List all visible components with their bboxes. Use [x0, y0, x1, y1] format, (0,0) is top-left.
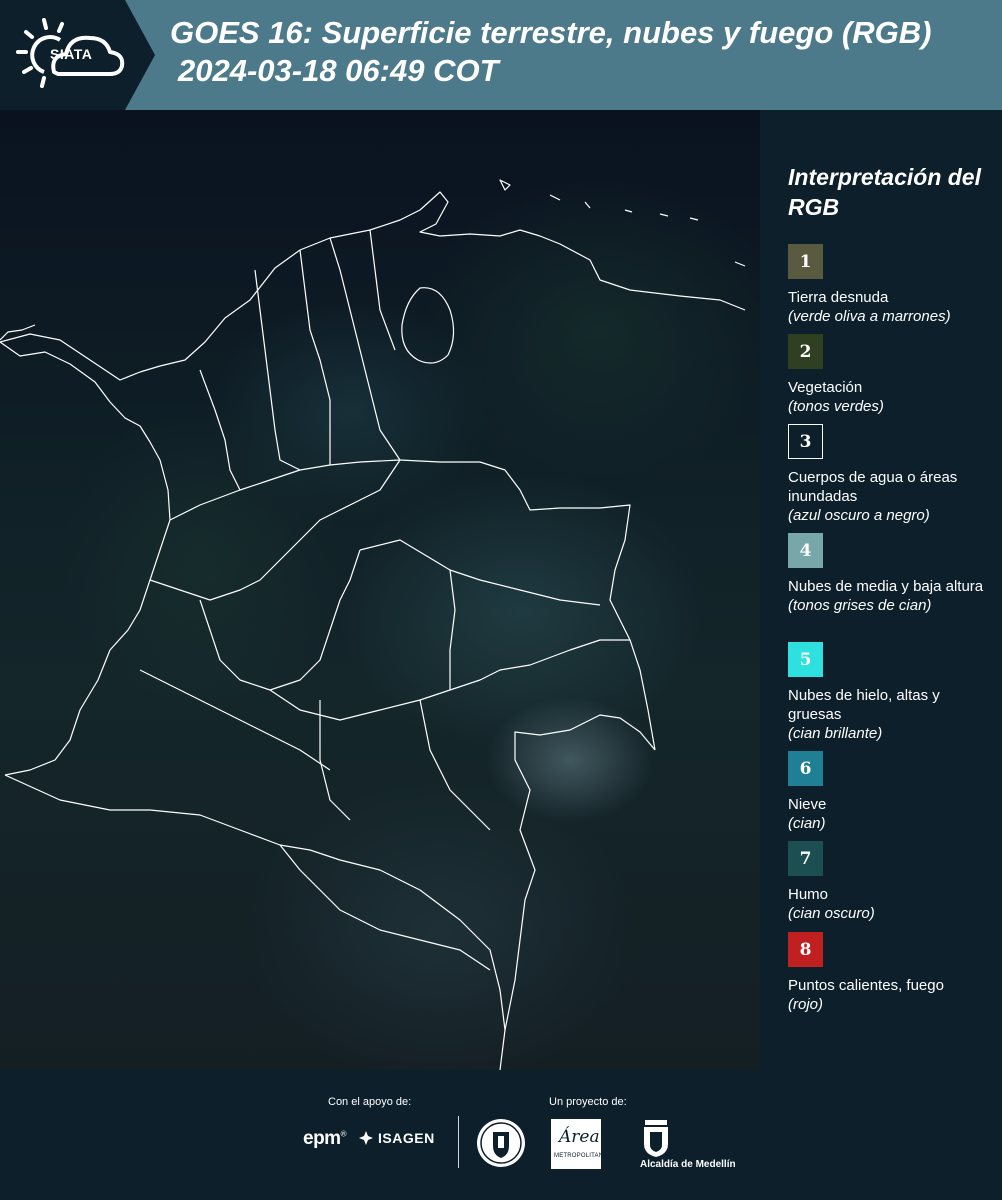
legend-item-4: 4 Nubes de media y baja altura (tonos gr…: [788, 533, 993, 615]
legend-swatch-8: 8: [788, 932, 823, 967]
logo-block: SIATA: [0, 0, 160, 110]
legend-swatch-5: 5: [788, 642, 823, 677]
legend-panel: Interpretación del RGB 1 Tierra desnuda …: [760, 110, 1002, 1070]
isagen-logo: ISAGEN: [358, 1130, 435, 1146]
legend-item-7: 7 Humo (cian oscuro): [788, 841, 993, 923]
legend-label-6: Nieve: [788, 796, 827, 813]
legend-swatch-7: 7: [788, 841, 823, 876]
lake-maracaibo: [401, 287, 455, 364]
legend-item-2: 2 Vegetación (tonos verdes): [788, 334, 993, 416]
header-bar: SIATA GOES 16: Superficie terrestre, nub…: [0, 0, 1002, 110]
legend-sublabel-2: (tonos verdes): [788, 398, 884, 415]
legend-label-8: Puntos calientes, fuego: [788, 977, 944, 994]
legend-item-1: 1 Tierra desnuda (verde oliva a marrones…: [788, 244, 993, 326]
satellite-map: [0, 110, 760, 1070]
legend-item-8: 8 Puntos calientes, fuego (rojo): [788, 932, 993, 1014]
footer-bar: Con el apoyo de: Un proyecto de: epm® IS…: [0, 1070, 1002, 1200]
legend-label-2: Vegetación: [788, 379, 863, 396]
legend-swatch-4: 4: [788, 533, 823, 568]
support-label: Con el apoyo de:: [328, 1096, 412, 1108]
border-venezuela: [399, 459, 656, 751]
legend-sublabel-4: (tonos grises de cian): [788, 597, 932, 614]
islands: [499, 179, 746, 267]
title-line-2: 2024-03-18 06:49 COT: [178, 53, 499, 88]
area-metropolitana-logo: Área METROPOLITANA: [551, 1119, 607, 1169]
coastline-north: [0, 191, 746, 381]
legend-sublabel-3: (azul oscuro a negro): [788, 507, 930, 524]
legend-label-1: Tierra desnuda: [788, 289, 889, 306]
project-label: Un proyecto de:: [549, 1096, 627, 1108]
alcaldia-shield-icon: [644, 1120, 668, 1157]
legend-sublabel-5: (cian brillante): [788, 725, 883, 742]
legend-item-5: 5 Nubes de hielo, altas y gruesas (cian …: [788, 642, 993, 743]
map-overlay: [0, 179, 746, 1070]
legend-sublabel-6: (cian): [788, 815, 826, 832]
alcaldia-medellin-text: Alcaldía de Medellín: [640, 1159, 736, 1170]
border-south: [499, 714, 656, 1070]
legend-title: Interpretación del RGB: [788, 164, 981, 220]
isagen-icon: [359, 1131, 373, 1145]
legend-label-3: Cuerpos de agua o áreas inundadas: [788, 469, 958, 505]
legend-sublabel-7: (cian oscuro): [788, 905, 875, 922]
legend-label-7: Humo: [788, 886, 829, 903]
legend-item-3: 3 Cuerpos de agua o áreas inundadas (azu…: [788, 424, 993, 525]
legend-swatch-1: 1: [788, 244, 823, 279]
coastline-pacific: [0, 341, 171, 776]
legend-item-6: 6 Nieve (cian): [788, 751, 993, 833]
legend-swatch-6: 6: [788, 751, 823, 786]
legend-swatch-3: 3: [788, 424, 823, 459]
title-line-1: GOES 16: Superficie terrestre, nubes y f…: [170, 15, 932, 50]
legend-swatch-2: 2: [788, 334, 823, 369]
medellin-seal-icon: [477, 1119, 525, 1167]
legend-label-4: Nubes de media y baja altura: [788, 578, 984, 595]
department-lines: [139, 229, 630, 971]
epm-logo: epm®: [303, 1128, 347, 1149]
border-ecuador: [4, 774, 506, 1031]
legend-sublabel-8: (rojo): [788, 996, 824, 1013]
legend-label-5: Nubes de hielo, altas y gruesas: [788, 687, 940, 723]
logo-text: SIATA: [50, 46, 93, 62]
footer-divider: [458, 1116, 459, 1168]
page-title: GOES 16: Superficie terrestre, nubes y f…: [170, 14, 931, 90]
legend-sublabel-1: (verde oliva a marrones): [788, 308, 951, 325]
